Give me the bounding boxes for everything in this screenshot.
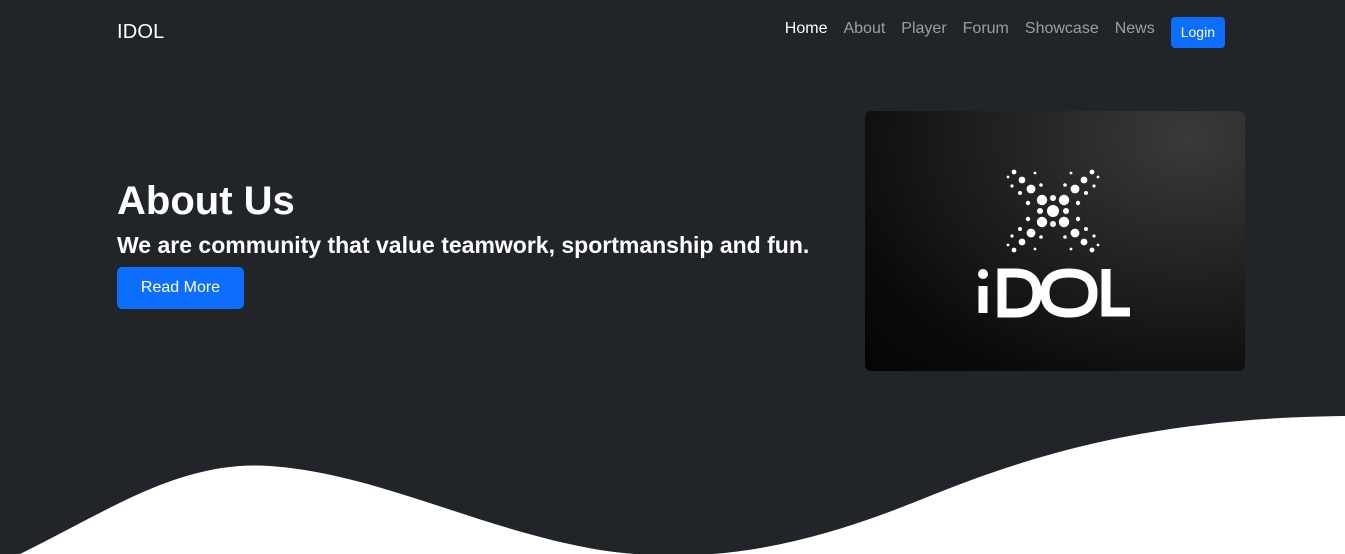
nav-link-showcase[interactable]: Showcase [1025, 17, 1099, 41]
nav-links: Home About Player Forum Showcase News Lo… [785, 16, 1225, 48]
nav-link-home[interactable]: Home [785, 17, 828, 41]
login-button[interactable]: Login [1170, 16, 1225, 48]
nav-link-forum[interactable]: Forum [963, 17, 1009, 41]
page: IDOL Home About Player Forum Showcase Ne… [0, 0, 1345, 554]
idol-wordmark [978, 268, 1130, 318]
nav-link-about[interactable]: About [843, 17, 885, 41]
nav-link-news[interactable]: News [1115, 17, 1155, 41]
nav-link-player[interactable]: Player [901, 17, 946, 41]
hero-section: About Us We are community that value tea… [117, 175, 837, 309]
hero-title: About Us [117, 179, 295, 223]
idol-logo [978, 169, 1130, 318]
brand-link[interactable]: IDOL [117, 21, 164, 44]
navbar: IDOL Home About Player Forum Showcase Ne… [0, 0, 1345, 64]
hero-image [865, 111, 1245, 371]
read-more-button[interactable]: Read More [117, 267, 244, 309]
wave-divider [20, 416, 1345, 554]
hero-subtitle: We are community that value teamwork, sp… [117, 232, 810, 258]
dotted-x-icon [1006, 169, 1100, 253]
